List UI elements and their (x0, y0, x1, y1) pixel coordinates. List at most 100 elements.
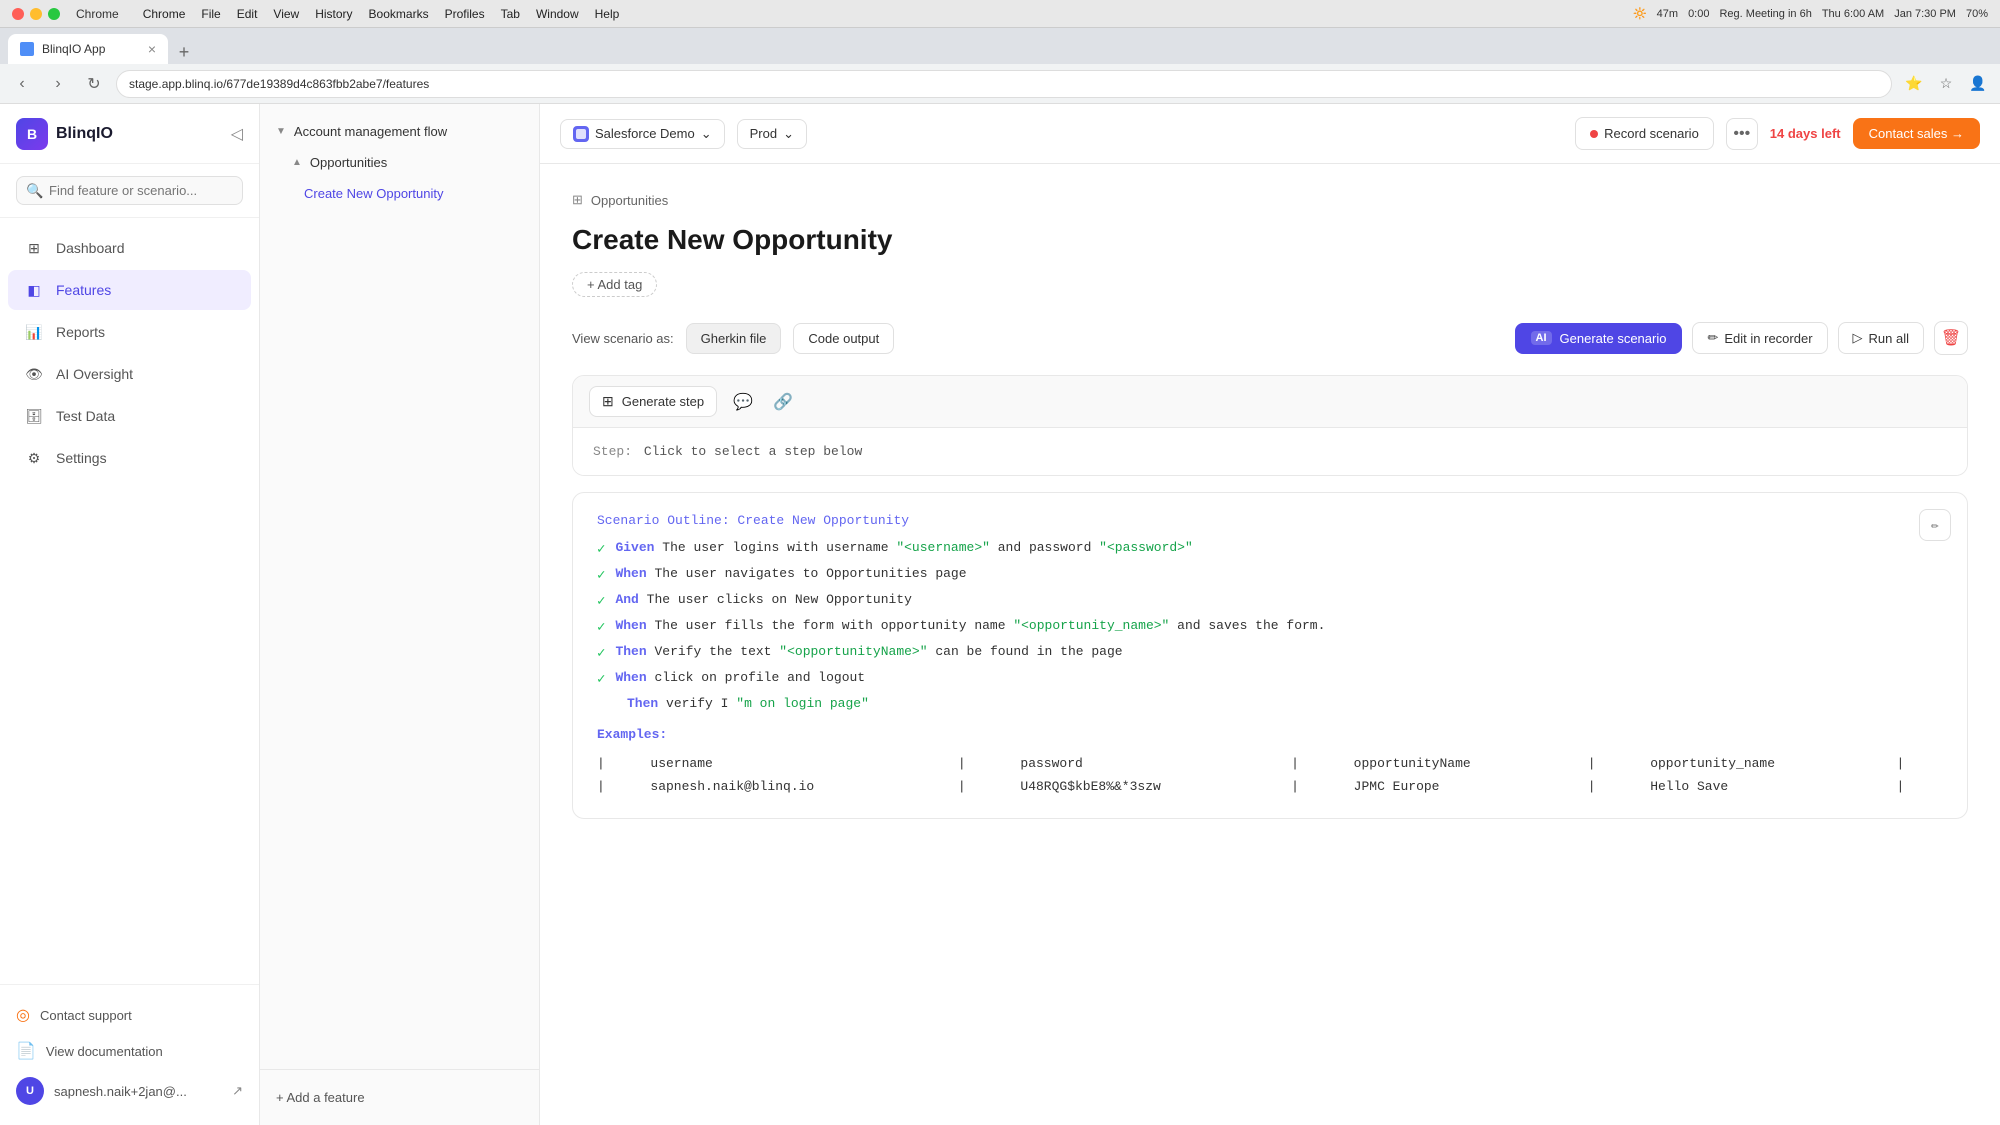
menu-profiles[interactable]: Profiles (445, 7, 485, 21)
gherkin-view-button[interactable]: Gherkin file (686, 323, 782, 354)
scenario-step-then-verify[interactable]: ✓ Then Verify the text "<opportunityName… (597, 644, 1943, 662)
url-bar[interactable]: stage.app.blinq.io/677de19389d4c863fbb2a… (116, 70, 1892, 98)
step-text-5a: Verify the text (654, 644, 779, 659)
menu-bookmarks[interactable]: Bookmarks (369, 7, 429, 21)
view-label: View scenario as: (572, 331, 674, 346)
cell-oppname: JPMC Europe (1338, 775, 1572, 798)
step-empty-check (597, 696, 617, 711)
mac-window-controls[interactable] (12, 8, 60, 20)
comment-icon[interactable]: 💬 (729, 388, 757, 416)
cell-oppname2: Hello Save (1634, 775, 1880, 798)
sidebar-label-settings: Settings (56, 450, 107, 466)
add-tag-button[interactable]: + Add tag (572, 272, 657, 297)
step-check-icon: ✓ (597, 541, 605, 558)
ai-oversight-icon: 👁 (24, 364, 44, 384)
record-scenario-button[interactable]: Record scenario (1575, 117, 1714, 150)
step-check-icon: ✓ (597, 645, 605, 662)
feature-group-header-account[interactable]: ▼ Account management flow (260, 116, 539, 147)
scenario-step-given[interactable]: ✓ Given The user logins with username "<… (597, 540, 1943, 558)
step-editor: ⊞ Generate step 💬 🔗 Step: Click to selec… (572, 375, 1968, 476)
chrome-tab-active[interactable]: BlinqIO App × (8, 34, 168, 64)
reload-button[interactable]: ↻ (80, 70, 108, 98)
step-param-password: "<password>" (1099, 540, 1193, 555)
logout-icon[interactable]: ↗ (232, 1083, 243, 1099)
menu-history[interactable]: History (315, 7, 352, 21)
reports-icon: 📊 (24, 322, 44, 342)
extensions-icon[interactable]: ⭐ (1900, 70, 1928, 98)
link-icon[interactable]: 🔗 (769, 388, 797, 416)
user-item[interactable]: U sapnesh.naik+2jan@... ↗ (16, 1069, 243, 1113)
env-name: Salesforce Demo (595, 126, 695, 141)
sidebar: B BlinqIO ◁ 🔍 ⊞ Dashboard ◧ Features 📊 R… (0, 104, 260, 1125)
env-selector[interactable]: Salesforce Demo ⌄ (560, 119, 725, 149)
feature-sidebar: ▼ Account management flow ▲ Opportunitie… (260, 104, 540, 1125)
add-tag-label: + Add tag (587, 277, 642, 292)
add-feature-button[interactable]: + Add a feature (276, 1082, 523, 1113)
view-docs-item[interactable]: 📄 View documentation (16, 1033, 243, 1069)
menu-file[interactable]: File (201, 7, 220, 21)
search-input[interactable] (16, 176, 243, 205)
feature-sidebar-content: ▼ Account management flow ▲ Opportunitie… (260, 104, 539, 1069)
menu-window[interactable]: Window (536, 7, 579, 21)
scenario-step-when-form[interactable]: ✓ When The user fills the form with oppo… (597, 618, 1943, 636)
code-view-button[interactable]: Code output (793, 323, 894, 354)
contact-support-item[interactable]: ◎ Contact support (16, 997, 243, 1033)
edit-in-recorder-button[interactable]: ✏ Edit in recorder (1692, 322, 1827, 354)
delete-button[interactable]: 🗑 (1934, 321, 1968, 355)
scenario-code-block: ✏ Scenario Outline: Create New Opportuni… (572, 492, 1968, 819)
sidebar-label-ai-oversight: AI Oversight (56, 366, 133, 382)
branch-selector[interactable]: Prod ⌄ (737, 119, 807, 149)
sidebar-label-test-data: Test Data (56, 408, 115, 424)
sidebar-item-features[interactable]: ◧ Features (8, 270, 251, 310)
search-icon: 🔍 (26, 182, 43, 199)
col-header-username: username (634, 752, 941, 775)
run-all-button[interactable]: ▷ Run all (1838, 322, 1924, 354)
menu-view[interactable]: View (273, 7, 299, 21)
generate-scenario-button[interactable]: AI Generate scenario (1515, 323, 1683, 354)
menu-help[interactable]: Help (595, 7, 620, 21)
sidebar-label-dashboard: Dashboard (56, 240, 125, 256)
keyword-when-1: When (615, 566, 646, 581)
forward-button[interactable]: › (44, 70, 72, 98)
scenario-step-when-logout[interactable]: ✓ When click on profile and logout (597, 670, 1943, 688)
user-email: sapnesh.naik+2jan@... (54, 1084, 187, 1099)
edit-pencil-button[interactable]: ✏ (1919, 509, 1951, 541)
topbar-left: Salesforce Demo ⌄ Prod ⌄ (560, 119, 807, 149)
sidebar-collapse-button[interactable]: ◁ (231, 124, 243, 144)
maximize-button[interactable] (48, 8, 60, 20)
feature-item-create-opportunity[interactable]: Create New Opportunity (260, 178, 539, 209)
scenario-outline-label: Scenario Outline: Create New Opportunity (597, 513, 1943, 528)
step-editor-toolbar: ⊞ Generate step 💬 🔗 (573, 376, 1967, 428)
more-options-button[interactable]: ••• (1726, 118, 1758, 150)
scenario-step-and[interactable]: ✓ And The user clicks on New Opportunity (597, 592, 1943, 610)
sidebar-item-reports[interactable]: 📊 Reports (8, 312, 251, 352)
menu-tab[interactable]: Tab (501, 7, 520, 21)
mac-status: 🔆47m0:00Reg. Meeting in 6hThu 6:00 AMJan… (1633, 7, 1988, 20)
menu-edit[interactable]: Edit (237, 7, 258, 21)
toolbar-right: AI Generate scenario ✏ Edit in recorder … (1515, 321, 1968, 355)
sidebar-search[interactable]: 🔍 (0, 164, 259, 218)
sidebar-item-dashboard[interactable]: ⊞ Dashboard (8, 228, 251, 268)
close-button[interactable] (12, 8, 24, 20)
sidebar-item-ai-oversight[interactable]: 👁 AI Oversight (8, 354, 251, 394)
scenario-step-when-navigate[interactable]: ✓ When The user navigates to Opportuniti… (597, 566, 1943, 584)
menu-chrome[interactable]: Chrome (143, 7, 186, 21)
feature-group-header-opportunities[interactable]: ▲ Opportunities (260, 147, 539, 178)
scenario-step-then-login[interactable]: Then verify I "m on login page" (597, 696, 1943, 711)
pipe: | (597, 752, 634, 775)
generate-step-button[interactable]: ⊞ Generate step (589, 386, 717, 417)
minimize-button[interactable] (30, 8, 42, 20)
trial-days: 14 days left (1770, 126, 1841, 141)
back-button[interactable]: ‹ (8, 70, 36, 98)
sidebar-item-settings[interactable]: ⚙ Settings (8, 438, 251, 478)
keyword-and: And (615, 592, 638, 607)
step-text-2: The user navigates to Opportunities page (654, 566, 966, 581)
bookmark-icon[interactable]: ☆ (1932, 70, 1960, 98)
contact-support-icon: ◎ (16, 1005, 30, 1025)
contact-sales-button[interactable]: Contact sales → (1853, 118, 1980, 149)
sidebar-item-test-data[interactable]: 🗄 Test Data (8, 396, 251, 436)
generate-step-label: Generate step (622, 394, 704, 409)
new-tab-button[interactable]: + (172, 40, 196, 64)
user-profile-icon[interactable]: 👤 (1964, 70, 1992, 98)
tab-close-button[interactable]: × (148, 41, 156, 57)
